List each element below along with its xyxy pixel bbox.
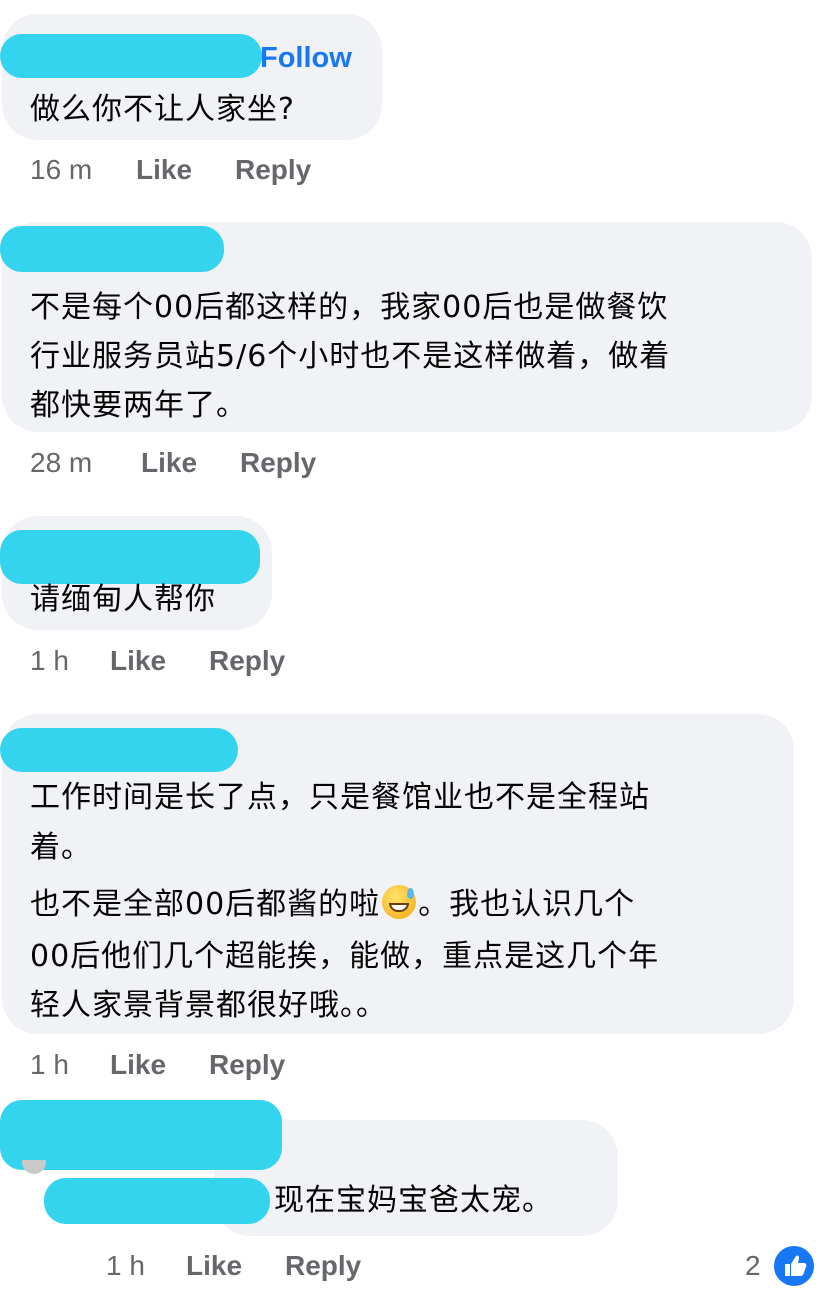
redacted-username: [0, 226, 224, 272]
comment-text: 着。: [30, 830, 92, 865]
comment-text-segment: 。我也认识几个: [418, 887, 636, 922]
reply-button[interactable]: Reply: [209, 1049, 285, 1081]
comment-text: 轻人家景背景都很好哦。。: [30, 988, 387, 1023]
comment-text: 做么你不让人家坐?: [30, 92, 295, 127]
comment-text: 00后他们几个超能挨，能做，重点是这几个年: [30, 939, 660, 974]
comment-time: 16 m: [30, 154, 93, 185]
redacted-username: [0, 728, 238, 772]
reply-button[interactable]: Reply: [209, 645, 285, 677]
like-button[interactable]: Like: [136, 154, 192, 186]
comment-text: 不是每个00后都这样的，我家00后也是做餐饮: [30, 290, 669, 325]
comment-time: 28 m: [30, 447, 93, 478]
reply-button[interactable]: Reply: [235, 154, 311, 186]
comment-time: 1 h: [30, 1049, 69, 1080]
reaction-count[interactable]: 2: [745, 1250, 761, 1282]
like-button[interactable]: Like: [186, 1250, 242, 1282]
comment-text: 工作时间是长了点，只是餐馆业也不是全程站: [30, 780, 650, 815]
grinning-sweat-emoji-icon: [382, 885, 417, 919]
reply-button[interactable]: Reply: [240, 447, 316, 479]
like-button[interactable]: Like: [141, 447, 197, 479]
comment-text: 请缅甸人帮你: [30, 582, 216, 617]
like-button[interactable]: Like: [110, 1049, 166, 1081]
like-button[interactable]: Like: [110, 645, 166, 677]
comment-text: 也不是全部00后都酱的啦 。我也认识几个: [30, 879, 635, 930]
redacted-username: [44, 1178, 270, 1224]
thumbs-up-icon[interactable]: [772, 1244, 816, 1288]
avatar[interactable]: [22, 1160, 46, 1174]
comment-text: 现在宝妈宝爸太宠。: [274, 1183, 553, 1218]
redacted-username: [0, 34, 262, 78]
comment-time: 1 h: [106, 1250, 145, 1281]
thumbs-up-glyph: [785, 1255, 807, 1276]
comment-text: 都快要两年了。: [30, 388, 247, 423]
comment-time: 1 h: [30, 645, 69, 676]
comment-text: 行业服务员站5/6个小时也不是这样做着，做着: [30, 339, 671, 374]
comment-text-segment: 也不是全部00后都酱的啦: [30, 887, 381, 922]
follow-link[interactable]: Follow: [260, 42, 352, 75]
reply-button[interactable]: Reply: [285, 1250, 361, 1282]
